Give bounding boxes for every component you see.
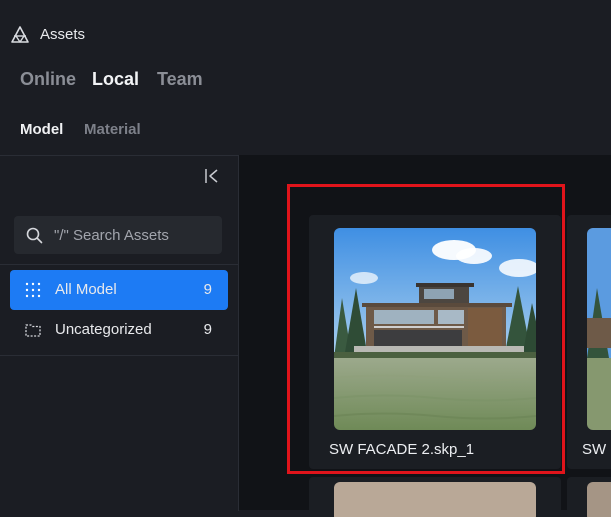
house-render-image — [334, 228, 536, 430]
tab-material[interactable]: Material — [84, 121, 141, 138]
folder-outline-icon — [25, 324, 41, 337]
asset-card[interactable] — [567, 477, 611, 517]
asset-thumbnail — [587, 482, 611, 517]
sidebar-item-uncategorized[interactable]: Uncategorized 9 — [10, 310, 228, 350]
sidebar-item-all-model[interactable]: All Model 9 — [10, 270, 228, 310]
asset-name: SW FACADE 2.skp_1 — [329, 441, 475, 458]
asset-thumbnail — [334, 482, 536, 517]
asset-grid: SW FACADE 2.skp_1 SW — [239, 155, 611, 517]
tab-local[interactable]: Local — [92, 69, 139, 90]
asset-thumbnail — [334, 228, 536, 430]
sidebar: "/" Search Assets All Model 9 Uncategori… — [0, 155, 239, 511]
tab-team[interactable]: Team — [157, 69, 203, 90]
asset-card[interactable] — [309, 477, 561, 517]
collapse-left-icon[interactable] — [204, 168, 220, 184]
app-title: Assets — [40, 26, 86, 43]
grid-dots-icon — [25, 282, 41, 298]
tab-model[interactable]: Model — [20, 121, 63, 138]
sidebar-item-label: Uncategorized — [55, 321, 152, 338]
asset-name: SW — [582, 441, 607, 458]
sidebar-item-count: 9 — [203, 281, 212, 298]
asset-thumbnail — [587, 228, 611, 430]
sidebar-item-label: All Model — [55, 281, 117, 298]
house-render-image — [587, 228, 611, 430]
assets-logo-icon — [11, 26, 29, 43]
divider — [0, 264, 238, 265]
search-placeholder: "/" Search Assets — [54, 227, 169, 244]
tab-online[interactable]: Online — [20, 69, 76, 90]
sidebar-item-count: 9 — [203, 321, 212, 338]
header: Assets Online Local Team Model Material — [0, 0, 611, 155]
search-input[interactable]: "/" Search Assets — [14, 216, 222, 254]
asset-card[interactable]: SW — [567, 215, 611, 469]
search-icon — [26, 227, 43, 244]
asset-card[interactable]: SW FACADE 2.skp_1 — [309, 215, 561, 469]
divider — [0, 355, 238, 356]
